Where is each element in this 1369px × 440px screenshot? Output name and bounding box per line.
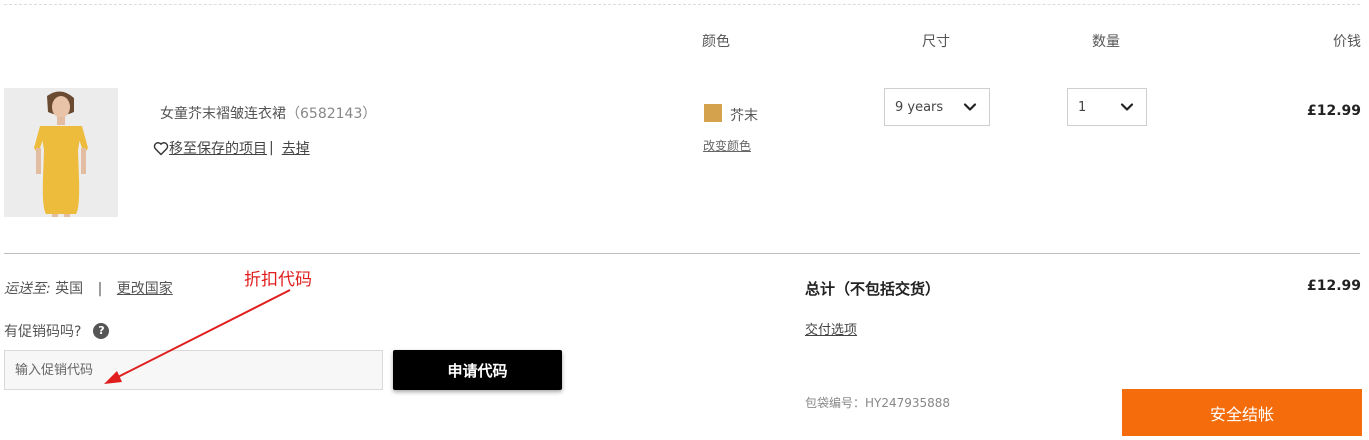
- action-separator: |: [269, 140, 274, 156]
- column-header-color: 颜色: [702, 34, 730, 50]
- apply-code-button[interactable]: 申请代码: [393, 350, 562, 390]
- ship-country: 英国: [55, 281, 84, 297]
- top-divider: [4, 4, 1360, 5]
- remove-item-link[interactable]: 去掉: [282, 138, 310, 158]
- color-swatch: [704, 104, 722, 122]
- chevron-down-icon: [1120, 100, 1134, 118]
- chevron-down-icon: [963, 100, 977, 118]
- size-value: 9 years: [895, 99, 944, 115]
- product-image[interactable]: [4, 88, 118, 217]
- item-actions: 移至保存的项目 | 去掉: [153, 138, 310, 158]
- quantity-value: 1: [1078, 99, 1087, 115]
- section-divider: [4, 253, 1360, 254]
- delivery-options-link[interactable]: 交付选项: [805, 319, 857, 338]
- bag-number: 包袋编号：HY247935888: [805, 396, 951, 410]
- change-color-link[interactable]: 改变颜色: [703, 137, 751, 154]
- change-country-link[interactable]: 更改国家: [117, 281, 173, 297]
- save-for-later-link[interactable]: 移至保存的项目: [169, 138, 267, 158]
- promo-code-input[interactable]: [4, 350, 383, 390]
- product-name[interactable]: 女童芥末褶皱连衣裙（6582143）: [160, 103, 376, 123]
- product-title: 女童芥末褶皱连衣裙: [160, 106, 286, 122]
- item-price: £12.99: [1306, 103, 1361, 119]
- ship-separator: |: [97, 281, 103, 297]
- shipping-info: 运送至: 英国 | 更改国家: [4, 278, 173, 298]
- promo-question-text: 有促销码吗?: [4, 324, 82, 340]
- product-photo-illustration: [4, 88, 118, 217]
- total-value: £12.99: [1306, 278, 1361, 294]
- column-header-quantity: 数量: [1092, 34, 1120, 50]
- annotation-label: 折扣代码: [244, 270, 312, 290]
- color-name: 芥末: [730, 108, 758, 124]
- secure-checkout-button[interactable]: 安全结帐: [1122, 389, 1362, 436]
- promo-question: 有促销码吗? ?: [4, 321, 110, 341]
- ship-to-label: 运送至:: [4, 281, 51, 297]
- quantity-select[interactable]: 1: [1067, 88, 1147, 126]
- column-header-price: 价钱: [1333, 34, 1361, 50]
- size-select[interactable]: 9 years: [884, 88, 990, 126]
- column-header-size: 尺寸: [922, 34, 950, 50]
- product-code: （6582143）: [286, 106, 377, 122]
- total-label: 总计（不包括交货）: [805, 280, 941, 298]
- help-icon[interactable]: ?: [93, 323, 110, 339]
- heart-icon[interactable]: [153, 141, 169, 156]
